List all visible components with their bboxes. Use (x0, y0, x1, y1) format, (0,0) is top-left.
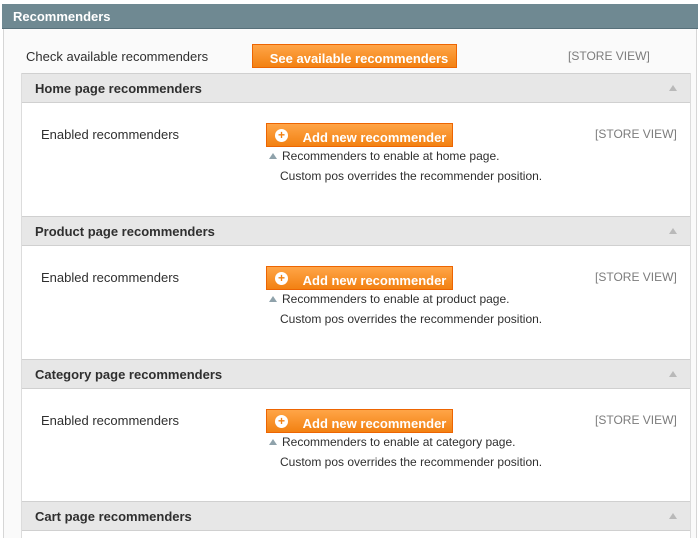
chevron-up-icon[interactable] (669, 85, 677, 91)
cart-page-section: Cart page recommenders (21, 501, 691, 538)
note-text: Recommenders to enable at category page. (282, 435, 516, 449)
product-page-section: Product page recommenders Enabled recomm… (21, 216, 691, 359)
enabled-recommenders-label: Enabled recommenders (41, 127, 180, 142)
cart-page-section-header[interactable]: Cart page recommenders (22, 501, 690, 531)
note-arrow-icon (269, 153, 277, 159)
top-row: Check available recommenders See availab… (4, 29, 696, 73)
plus-circle-icon: + (275, 415, 288, 428)
plus-circle-icon: + (275, 272, 288, 285)
note-line-1: Recommenders to enable at home page. (269, 149, 499, 163)
button-label: Add new recommender (302, 272, 447, 288)
category-page-section: Category page recommenders Enabled recom… (21, 359, 691, 501)
enabled-recommenders-label: Enabled recommenders (41, 413, 180, 428)
button-label: Add new recommender (302, 129, 447, 145)
note-arrow-icon (269, 439, 277, 445)
note-arrow-icon (269, 296, 277, 302)
section-title: Home page recommenders (35, 81, 202, 96)
note-line-2: Custom pos overrides the recommender pos… (280, 455, 543, 469)
category-page-section-header[interactable]: Category page recommenders (22, 359, 690, 389)
note-text: Recommenders to enable at home page. (282, 149, 500, 163)
section-title: Category page recommenders (35, 367, 223, 382)
note-line-1: Recommenders to enable at product page. (269, 292, 509, 306)
panel-title: Recommenders (13, 9, 111, 24)
add-new-recommender-button[interactable]: + Add new recommender (266, 123, 453, 147)
recommenders-panel: Check available recommenders See availab… (3, 29, 697, 538)
home-page-section: Home page recommenders Enabled recommend… (21, 73, 691, 216)
plus-circle-icon: + (275, 129, 288, 142)
note-line-1: Recommenders to enable at category page. (269, 435, 515, 449)
product-page-section-header[interactable]: Product page recommenders (22, 216, 690, 246)
button-label: Add new recommender (302, 415, 447, 431)
chevron-up-icon[interactable] (669, 513, 677, 519)
scope-label: [STORE VIEW] (595, 127, 677, 141)
scope-label: [STORE VIEW] (568, 49, 650, 63)
enabled-recommenders-label: Enabled recommenders (41, 270, 180, 285)
home-page-section-header[interactable]: Home page recommenders (22, 73, 690, 103)
check-recommenders-label: Check available recommenders (26, 49, 209, 64)
scope-label: [STORE VIEW] (595, 413, 677, 427)
note-line-2: Custom pos overrides the recommender pos… (280, 312, 543, 326)
see-available-recommenders-button[interactable]: See available recommenders (252, 44, 457, 68)
note-line-2: Custom pos overrides the recommender pos… (280, 169, 543, 183)
panel-header: Recommenders (2, 4, 698, 29)
note-text: Recommenders to enable at product page. (282, 292, 510, 306)
section-title: Product page recommenders (35, 224, 215, 239)
scope-label: [STORE VIEW] (595, 270, 677, 284)
add-new-recommender-button[interactable]: + Add new recommender (266, 266, 453, 290)
add-new-recommender-button[interactable]: + Add new recommender (266, 409, 453, 433)
chevron-up-icon[interactable] (669, 371, 677, 377)
chevron-up-icon[interactable] (669, 228, 677, 234)
section-title: Cart page recommenders (35, 509, 192, 524)
